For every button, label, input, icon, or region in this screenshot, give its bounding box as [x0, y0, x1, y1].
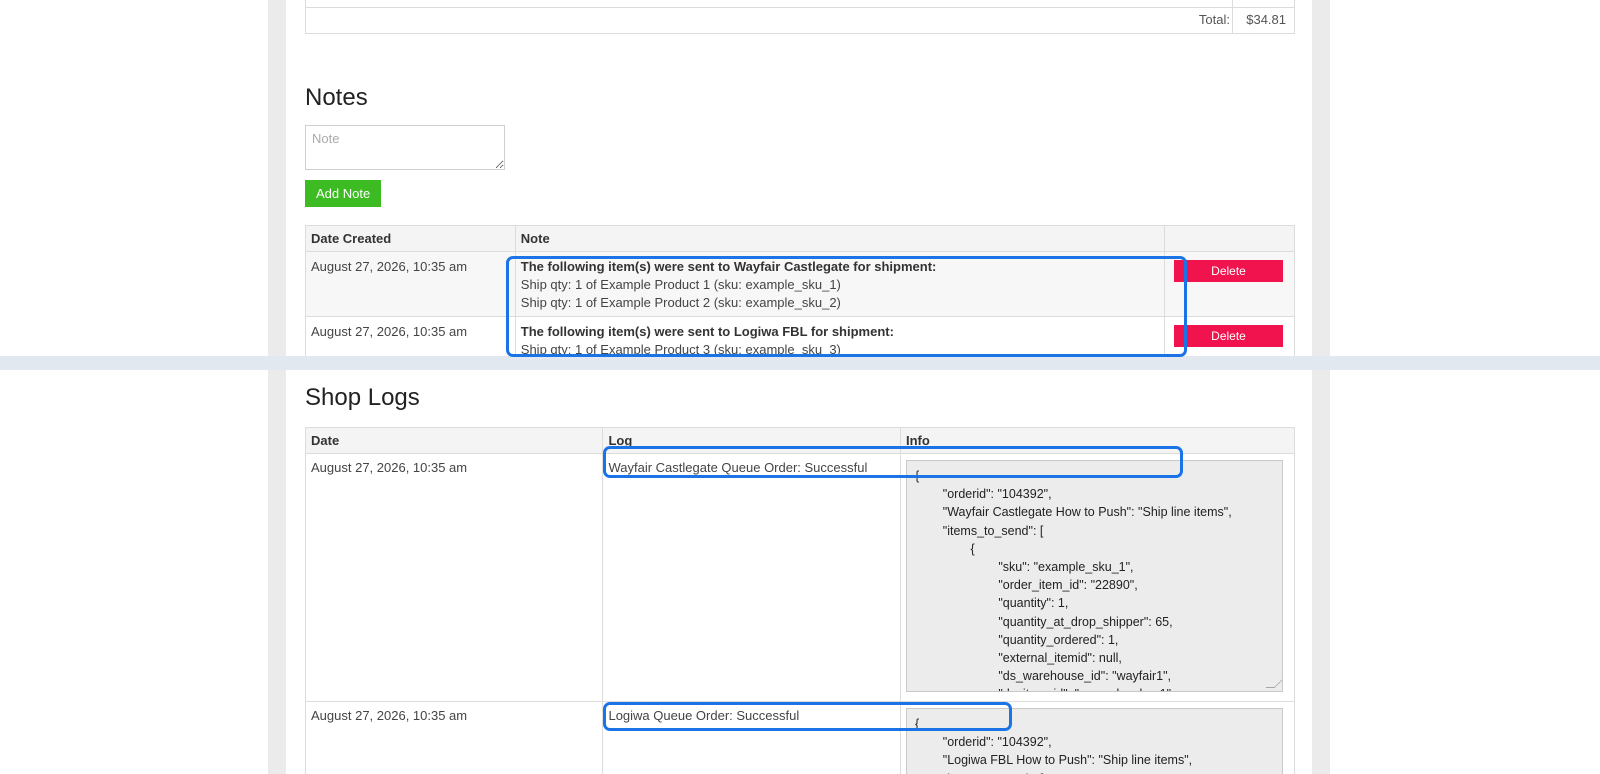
order-page: Total: $34.81 Notes Add Note Date Create…: [286, 0, 1312, 774]
notes-table: Date Created Note August 27, 2026, 10:35…: [305, 225, 1295, 364]
log-message: Logiwa Queue Order: Successful: [602, 701, 901, 774]
table-row: August 27, 2026, 10:35 am Wayfair Castle…: [304, 453, 1296, 702]
col-actions: [1164, 225, 1295, 252]
log-date: August 27, 2026, 10:35 am: [304, 453, 604, 702]
note-date: August 27, 2026, 10:35 am: [305, 251, 516, 317]
note-text: The following item(s) were sent to Wayfa…: [514, 251, 1166, 317]
add-note-button[interactable]: Add Note: [305, 180, 382, 207]
notes-title: Notes: [305, 84, 368, 111]
total-value: $34.81: [1246, 12, 1286, 27]
left-gutter: [268, 0, 286, 774]
col-date: Date: [304, 427, 604, 454]
col-note: Note: [514, 225, 1166, 252]
right-gutter: [1312, 0, 1330, 774]
note-input[interactable]: [305, 125, 505, 170]
col-date-created: Date Created: [305, 225, 516, 252]
table-row: August 27, 2026, 10:35 am Logiwa Queue O…: [304, 701, 1296, 774]
table-row: August 27, 2026, 10:35 am The following …: [305, 251, 1295, 317]
log-date: August 27, 2026, 10:35 am: [304, 701, 604, 774]
log-info-textarea[interactable]: { "orderid": "104392", "Wayfair Castlega…: [905, 460, 1283, 692]
col-log: Log: [602, 427, 901, 454]
delete-note-button[interactable]: Delete: [1174, 325, 1283, 347]
order-totals-table: Total: $34.81: [305, 0, 1295, 34]
screenshot-split-divider: [0, 356, 1600, 370]
shop-logs-title: Shop Logs: [305, 384, 420, 411]
col-info: Info: [899, 427, 1296, 454]
log-info-textarea[interactable]: { "orderid": "104392", "Logiwa FBL How t…: [905, 708, 1283, 774]
shop-logs-table: Date Log Info August 27, 2026, 10:35 am …: [304, 427, 1296, 774]
log-message: Wayfair Castlegate Queue Order: Successf…: [602, 453, 901, 702]
resize-handle-icon[interactable]: [1265, 679, 1282, 688]
delete-note-button[interactable]: Delete: [1174, 260, 1283, 282]
total-label: Total:: [1198, 12, 1230, 27]
